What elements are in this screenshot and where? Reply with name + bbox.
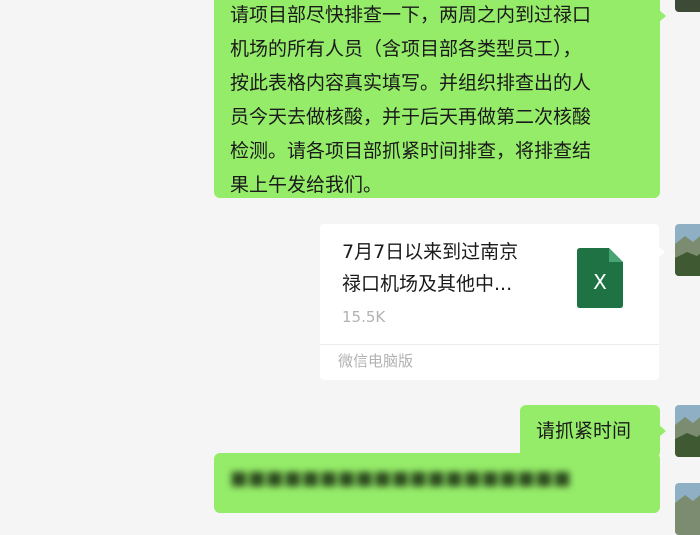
message-text-line: 员今天去做核酸，并于后天再做第二次核酸 xyxy=(230,106,592,128)
sent-message-bubble[interactable]: 请抓紧时间 xyxy=(520,405,666,458)
message-text-line: 请项目部尽快排查一下，两周之内到过禄口 xyxy=(230,4,592,26)
avatar[interactable] xyxy=(675,0,700,12)
message-text: 请抓紧时间 xyxy=(536,420,632,442)
sent-message-bubble-partial[interactable]: ■■■■■■■■■■■■■■■■■■■ xyxy=(214,453,660,513)
message-text-line: 按此表格内容真实填写。并组织排查出的人 xyxy=(230,72,592,94)
excel-file-icon: X xyxy=(577,248,623,308)
message-text-line: 机场的所有人员（含项目部各类型员工）， xyxy=(230,38,582,60)
message-text-line: 果上午发给我们。 xyxy=(230,174,383,196)
file-source-label: 微信电脑版 xyxy=(338,352,414,370)
message-text-line: 检测。请各项目部抓紧时间排查，将排查结 xyxy=(230,140,592,162)
avatar[interactable] xyxy=(675,483,700,535)
sent-message-bubble[interactable]: 请项目部尽快排查一下，两周之内到过禄口 机场的所有人员（含项目部各类型员工）， … xyxy=(214,0,666,198)
avatar[interactable] xyxy=(675,405,700,457)
file-name-line: 7月7日以来到过南京 xyxy=(342,241,519,263)
obscured-message-text: ■■■■■■■■■■■■■■■■■■■ xyxy=(230,467,572,489)
file-name: 7月7日以来到过南京 禄口机场及其他中... xyxy=(342,236,552,300)
excel-icon-letter: X xyxy=(593,270,607,294)
file-size: 15.5K xyxy=(342,308,386,326)
file-message-card[interactable]: 7月7日以来到过南京 禄口机场及其他中... 15.5K X 微信电脑版 xyxy=(320,224,665,380)
avatar[interactable] xyxy=(675,224,700,276)
divider xyxy=(320,344,659,345)
file-name-line: 禄口机场及其他中... xyxy=(342,273,513,295)
